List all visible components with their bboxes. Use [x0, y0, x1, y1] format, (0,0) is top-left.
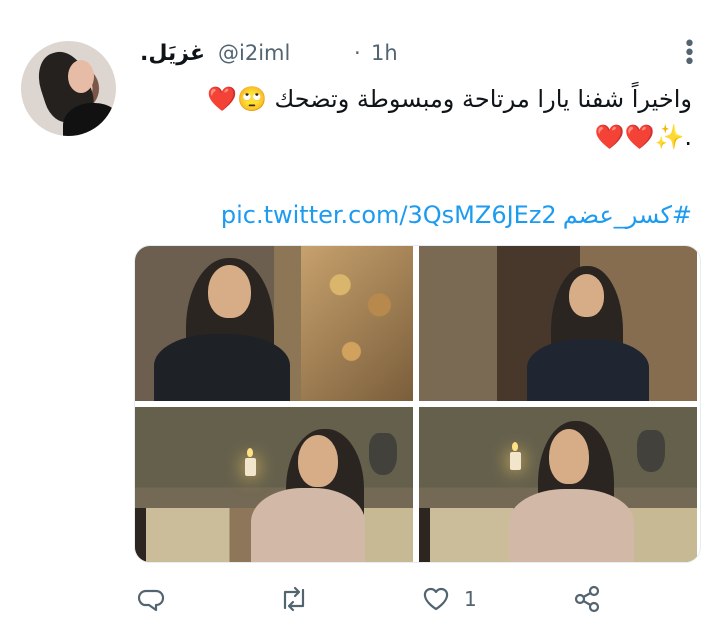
tweet-actions: 1 [134, 582, 604, 616]
media-link[interactable]: pic.twitter.com/3QsMZ6JEz2 [221, 201, 557, 229]
tweet-card: غزيَل. @i2iml · 1h • • • واخيراً شفنا يارا… [0, 0, 720, 633]
woman-face [549, 429, 589, 484]
like-count: 1 [464, 587, 477, 611]
media-grid[interactable] [134, 245, 701, 563]
photo-1[interactable] [135, 246, 413, 401]
avatar-face [68, 60, 94, 93]
display-name[interactable]: غزيَل. [140, 41, 205, 66]
share-icon [572, 584, 602, 614]
more-vertical-icon[interactable]: • • • [683, 34, 696, 74]
woman-shirt [527, 339, 649, 401]
share-button[interactable] [572, 582, 602, 616]
photo-3[interactable] [135, 407, 413, 562]
woman-shirt [154, 334, 290, 401]
candle [510, 452, 521, 470]
tweet-text-line-2: ❤️❤️✨. [594, 123, 692, 151]
tweet-link-line: #كسر_عضمpic.twitter.com/3QsMZ6JEz2 [102, 198, 692, 232]
hashtag-link[interactable]: #كسر_عضم [563, 201, 692, 229]
tweet-time[interactable]: 1h [371, 41, 398, 65]
user-handle[interactable]: @i2iml [218, 41, 290, 65]
woman-face [208, 265, 251, 318]
retweet-icon [277, 584, 311, 614]
woman-sweater [251, 488, 365, 562]
tweet-header: غزيَل. @i2iml · 1h • • • [140, 34, 700, 74]
heart-icon [421, 584, 451, 614]
candle [245, 458, 256, 476]
woman-face [298, 435, 338, 487]
photo-2[interactable] [419, 246, 697, 401]
like-button[interactable]: 1 [421, 582, 477, 616]
metadata-separator: · [354, 41, 361, 65]
avatar[interactable] [21, 41, 116, 136]
vase [637, 430, 665, 472]
vase [369, 433, 397, 475]
candle-flame [247, 448, 253, 457]
reply-icon [136, 584, 166, 614]
reply-button[interactable] [136, 582, 166, 616]
candle-flame [512, 442, 518, 451]
floral-painting [301, 246, 413, 401]
photo-4[interactable] [419, 407, 697, 562]
retweet-button[interactable] [277, 582, 311, 616]
woman-face [569, 274, 604, 317]
tweet-text-line-1: واخيراً شفنا يارا مرتاحة ومبسوطة وتضحك 🙄… [207, 85, 692, 113]
woman-sweater [509, 489, 634, 562]
